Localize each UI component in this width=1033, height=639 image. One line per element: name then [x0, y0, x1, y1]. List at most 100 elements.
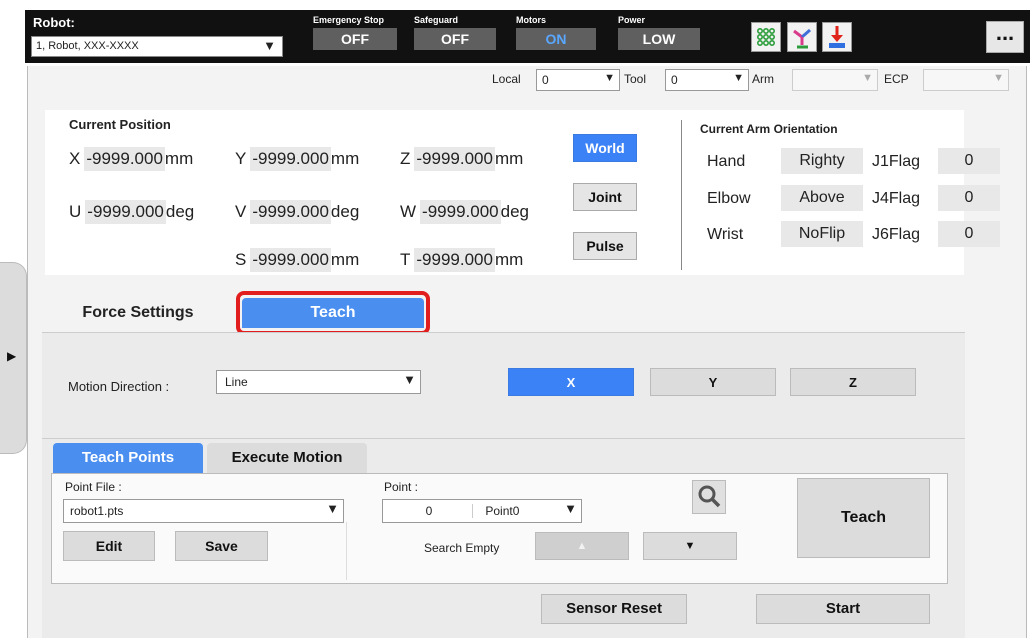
sensor-reset-button[interactable]: Sensor Reset [541, 594, 687, 624]
robot-select[interactable]: 1, Robot, XXX-XXXX ▼ [31, 36, 283, 57]
robot-label: Robot: [33, 15, 75, 30]
point-select[interactable]: 0 Point0 ▼ [382, 499, 582, 523]
unit: mm [494, 250, 524, 269]
world-frame-button[interactable]: World [573, 134, 637, 162]
axis-label: U [69, 202, 82, 221]
status-caption: Motors [516, 15, 546, 25]
direction-x-button[interactable]: X [508, 368, 634, 396]
side-panel-toggle[interactable]: ▶ [0, 262, 27, 454]
save-button[interactable]: Save [175, 531, 268, 561]
w-value: -9999.000 [420, 200, 501, 224]
arm-orientation-title: Current Arm Orientation [700, 122, 838, 136]
pulse-frame-button[interactable]: Pulse [573, 232, 637, 260]
teach-point-button[interactable]: Teach [797, 478, 930, 558]
safeguard-status: Safeguard OFF [414, 15, 496, 50]
more-menu-button[interactable]: ... [986, 21, 1024, 53]
tool-select[interactable]: 0 ▼ [665, 69, 749, 91]
z-readout: Z -9999.000 mm [400, 147, 523, 171]
motion-direction-select[interactable]: Line ▼ [216, 370, 421, 394]
tab-force-settings[interactable]: Force Settings [48, 298, 228, 328]
motors-status: Motors ON [516, 15, 596, 50]
v-value: -9999.000 [250, 200, 331, 224]
search-icon[interactable] [692, 480, 726, 514]
search-down-button[interactable]: ▼ [643, 532, 737, 560]
local-value: 0 [542, 73, 549, 87]
j6flag-value: 0 [938, 221, 1000, 247]
ecp-label: ECP [884, 72, 909, 86]
j4flag-label: J4Flag [872, 190, 921, 207]
start-button[interactable]: Start [756, 594, 930, 624]
axis-label: W [400, 202, 417, 221]
hand-label: Hand [707, 153, 746, 170]
s-value: -9999.000 [250, 248, 331, 272]
arm-label: Arm [752, 72, 774, 86]
wrist-label: Wrist [707, 226, 744, 243]
teach-tab-highlight [236, 291, 430, 335]
current-position-title: Current Position [69, 117, 171, 132]
main-panel: Local 0 ▼ Tool 0 ▼ Arm ▼ ECP ▼ Current P… [27, 66, 1027, 638]
panel-divider [681, 120, 682, 270]
unit: mm [164, 149, 194, 168]
current-position-panel: Current Position X -9999.000 mm Y -9999.000… [45, 110, 1000, 275]
tab-execute-motion[interactable]: Execute Motion [207, 443, 367, 473]
point-file-value: robot1.pts [70, 504, 124, 518]
j1flag-value: 0 [938, 148, 1000, 174]
chevron-down-icon: ▼ [326, 501, 339, 516]
edit-button[interactable]: Edit [63, 531, 155, 561]
search-up-button[interactable]: ▲ [535, 532, 629, 560]
ecp-select[interactable]: ▼ [923, 69, 1009, 91]
motion-direction-label: Motion Direction : [68, 379, 170, 394]
elbow-value: Above [781, 185, 863, 211]
u-readout: U -9999.000 deg [69, 200, 194, 224]
tool-label: Tool [624, 72, 647, 86]
chevron-down-icon: ▼ [733, 72, 744, 84]
y-value: -9999.000 [250, 147, 331, 171]
point-name: Point0 [472, 504, 519, 518]
j1flag-label: J1Flag [872, 153, 921, 170]
axis-label: V [235, 202, 247, 221]
direction-z-button[interactable]: Z [790, 368, 916, 396]
chevron-down-icon: ▼ [564, 501, 577, 516]
robot-status-bar: Robot: 1, Robot, XXX-XXXX ▼ Emergency St… [25, 10, 1030, 63]
status-value: ON [516, 28, 596, 50]
x-readout: X -9999.000 mm [69, 147, 193, 171]
teach-points-panel: Point File : robot1.pts ▼ Edit Save Poin… [51, 473, 948, 584]
z-value: -9999.000 [414, 147, 495, 171]
unit: deg [500, 202, 529, 221]
unit: deg [330, 202, 360, 221]
status-value: LOW [618, 28, 700, 50]
j6flag-label: J6Flag [872, 226, 921, 243]
joint-frame-button[interactable]: Joint [573, 183, 637, 211]
tool-value: 0 [671, 73, 678, 87]
local-label: Local [492, 72, 521, 86]
status-caption: Power [618, 15, 646, 25]
unit: mm [330, 250, 360, 269]
local-select[interactable]: 0 ▼ [536, 69, 620, 91]
power-status: Power LOW [618, 15, 700, 50]
point-label: Point : [384, 480, 419, 494]
emergency-stop-status: Emergency Stop OFF [313, 15, 397, 50]
chevron-down-icon: ▼ [862, 72, 873, 84]
chevron-down-icon: ▼ [993, 72, 1004, 84]
io-grid-icon[interactable] [751, 22, 781, 52]
arm-select[interactable]: ▼ [792, 69, 878, 91]
axis-label: Y [235, 149, 247, 168]
elbow-label: Elbow [707, 190, 751, 207]
robot-arm-icon[interactable] [787, 22, 817, 52]
divider [346, 522, 347, 580]
direction-y-button[interactable]: Y [650, 368, 776, 396]
j4flag-value: 0 [938, 185, 1000, 211]
tab-teach-points[interactable]: Teach Points [53, 443, 203, 473]
status-caption: Safeguard [414, 15, 459, 25]
point-number: 0 [425, 504, 433, 518]
teach-content: Motion Direction : Line ▼ X Y Z Teach Po… [42, 332, 965, 638]
wrist-value: NoFlip [781, 221, 863, 247]
x-value: -9999.000 [84, 147, 165, 171]
home-download-icon[interactable] [822, 22, 852, 52]
unit: deg [165, 202, 195, 221]
s-readout: S -9999.000 mm [235, 248, 359, 272]
point-file-select[interactable]: robot1.pts ▼ [63, 499, 344, 523]
axis-label: T [400, 250, 411, 269]
chevron-down-icon: ▼ [263, 38, 276, 53]
axis-label: X [69, 149, 81, 168]
